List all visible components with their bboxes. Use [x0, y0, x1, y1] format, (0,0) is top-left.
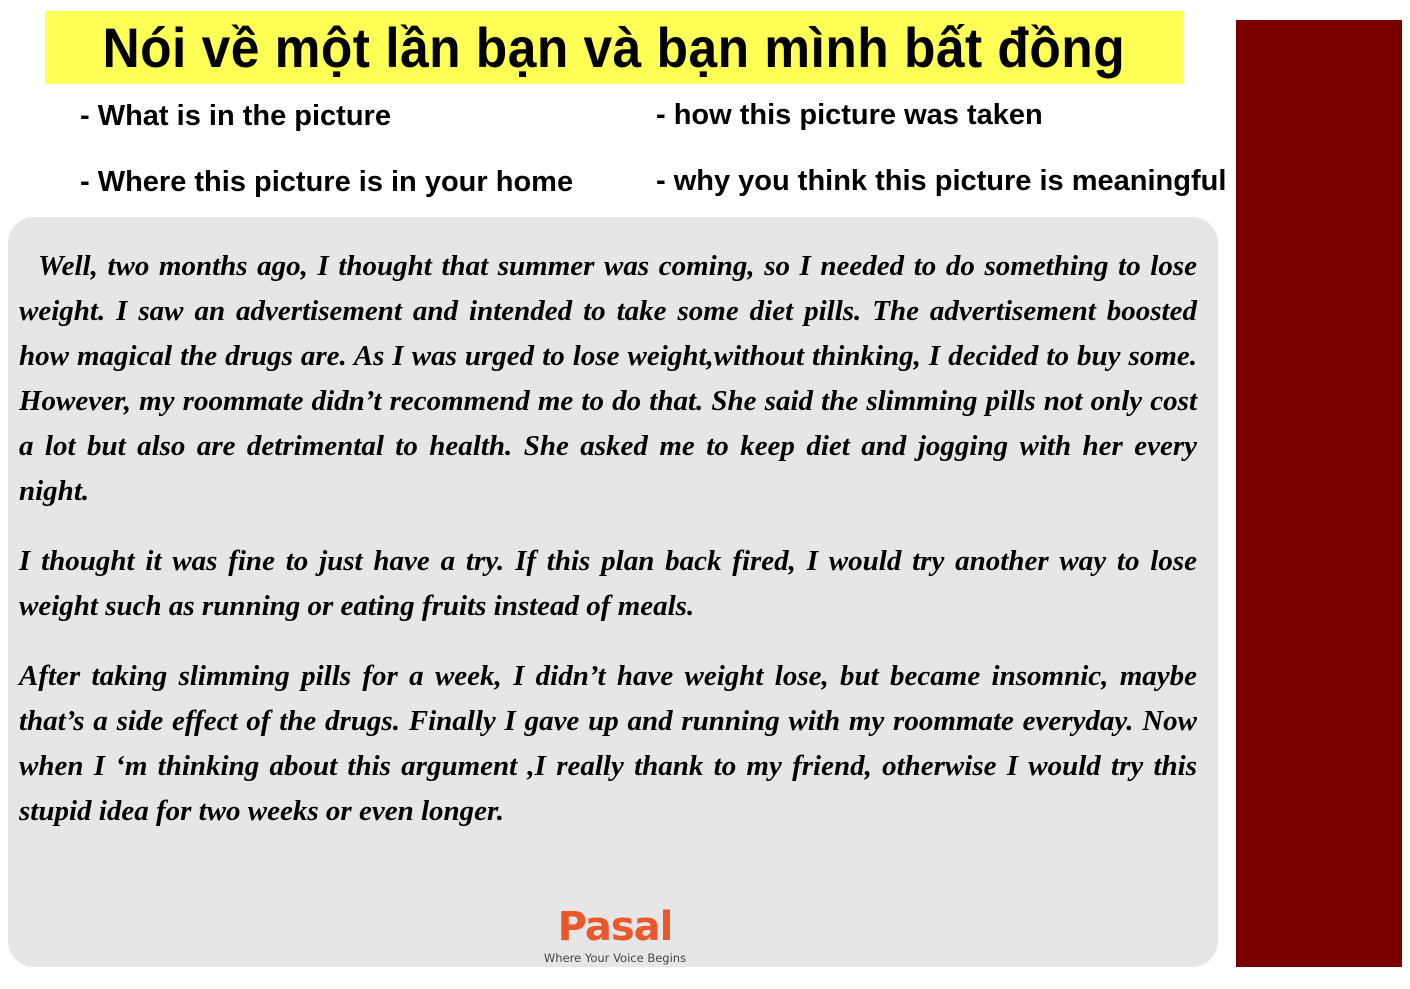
paragraph-2: I thought it was fine to just have a try…: [19, 545, 1197, 622]
pasal-logo: Pasal Where Your Voice Begins: [530, 903, 700, 965]
logo-wordmark: Pasal: [557, 904, 674, 950]
prompt-how-taken: - how this picture was taken: [656, 99, 1043, 131]
prompt-what-in-picture: - What is in the picture: [80, 100, 391, 132]
paragraph-3: After taking slimming pills for a week, …: [19, 660, 1197, 827]
title-banner: Nói về một lần bạn và bạn mình bất đồng: [45, 11, 1183, 84]
paragraph-1: Well, two months ago, I thought that sum…: [19, 250, 1197, 507]
decorative-side-panel: [1236, 20, 1402, 967]
prompt-why-meaningful: - why you think this picture is meaningf…: [656, 165, 1227, 197]
logo-tagline: Where Your Voice Begins: [543, 951, 687, 965]
prompt-where-in-home: - Where this picture is in your home: [80, 166, 574, 198]
page-title: Nói về một lần bạn và bạn mình bất đồng: [102, 16, 1126, 79]
